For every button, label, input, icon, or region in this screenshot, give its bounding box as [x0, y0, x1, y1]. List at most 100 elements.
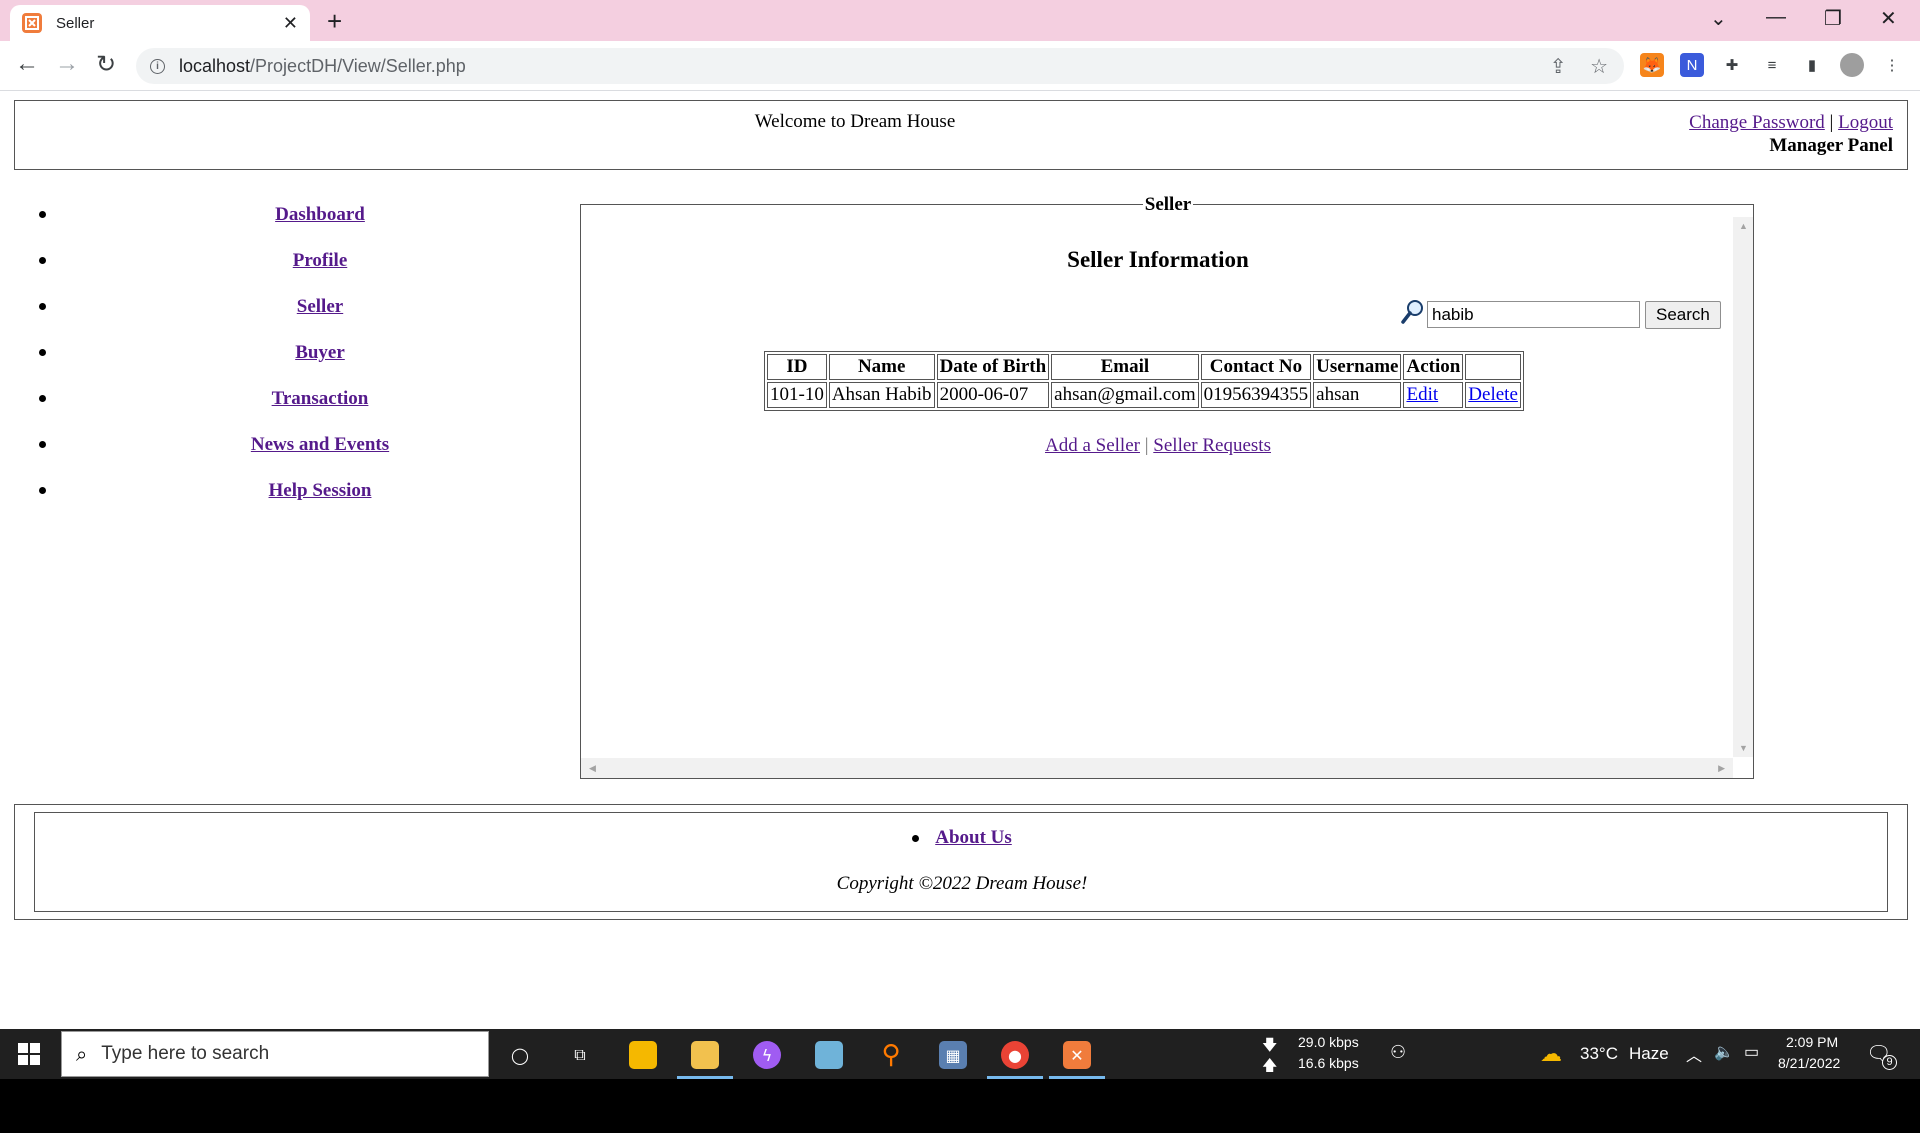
restore-icon[interactable]: ❐: [1824, 6, 1842, 31]
extension-icon[interactable]: N: [1680, 53, 1704, 77]
horizontal-scrollbar[interactable]: ◀ ▶: [581, 758, 1733, 778]
transaction-link[interactable]: Transaction: [60, 388, 580, 410]
column-header: Contact No: [1200, 354, 1312, 380]
show-hidden-icons-chevron-icon[interactable]: ︿: [1686, 1042, 1702, 1066]
metamask-extension-icon[interactable]: 🦊: [1640, 53, 1664, 77]
page-title: Seller Information: [1067, 247, 1249, 272]
task-view-icon[interactable]: ⧉: [566, 1041, 594, 1069]
weather-desc[interactable]: Haze: [1629, 1044, 1669, 1064]
browser-menu-icon[interactable]: ⋮: [1880, 53, 1904, 77]
bullet: [39, 487, 46, 494]
calculator-icon[interactable]: ▦: [939, 1041, 967, 1069]
tab-close-icon[interactable]: ✕: [283, 13, 298, 34]
bookmark-star-icon[interactable]: ☆: [1590, 56, 1608, 78]
sidebar-nav: Dashboard Profile Seller Buyer Transacti…: [0, 204, 560, 526]
weather-temp[interactable]: 33°C: [1580, 1044, 1618, 1064]
close-window-icon[interactable]: ✕: [1880, 6, 1897, 31]
bullet: [39, 303, 46, 310]
clock-time[interactable]: 2:09 PM: [1786, 1034, 1838, 1050]
delete-link[interactable]: Delete: [1468, 384, 1518, 405]
up-arrow-icon: 🡅: [1262, 1057, 1278, 1074]
extensions-puzzle-icon[interactable]: ✚: [1720, 53, 1744, 77]
page-footer: About Us Copyright ©2022 Dream House!: [14, 804, 1908, 920]
scroll-up-icon[interactable]: ▲: [1739, 221, 1748, 231]
taskbar-search-box[interactable]: ⌕ Type here to search: [61, 1031, 489, 1077]
cell-delete: Delete: [1465, 382, 1521, 408]
file-explorer-icon[interactable]: [691, 1041, 719, 1069]
scroll-right-icon[interactable]: ▶: [1718, 763, 1725, 774]
cell-name: Ahsan Habib: [828, 382, 935, 408]
search-input[interactable]: [1427, 301, 1640, 328]
column-header: Email: [1051, 354, 1199, 380]
bullet: [39, 441, 46, 448]
add-seller-link[interactable]: Add a Seller: [1045, 435, 1140, 456]
media-control-icon[interactable]: ≡: [1760, 53, 1784, 77]
cell-dob: 2000-06-07: [936, 382, 1050, 408]
back-arrow-icon[interactable]: ←: [15, 50, 39, 78]
sticky-notes-icon[interactable]: [629, 1041, 657, 1069]
xampp-icon[interactable]: ✕: [1063, 1041, 1091, 1069]
upload-speed: 16.6 kbps: [1298, 1055, 1359, 1071]
browser-tab[interactable]: Seller ✕: [10, 5, 310, 41]
tab-search-chevron-icon[interactable]: ⌄: [1710, 6, 1727, 31]
search-icon: ⌕: [76, 1042, 88, 1066]
people-icon[interactable]: ⚇: [1390, 1042, 1406, 1063]
bullet: [39, 211, 46, 218]
share-icon[interactable]: ⇪: [1550, 56, 1567, 78]
buyer-link[interactable]: Buyer: [60, 342, 580, 364]
app-icon[interactable]: [815, 1041, 843, 1069]
browser-tab-strip: Seller ✕ + ⌄ — ❐ ✕: [0, 0, 1920, 41]
change-password-link[interactable]: Change Password: [1689, 112, 1825, 133]
minimize-icon[interactable]: —: [1766, 6, 1786, 29]
bullet: [39, 395, 46, 402]
profile-avatar[interactable]: [1840, 53, 1864, 77]
reload-icon[interactable]: ↻: [96, 50, 116, 79]
search-app-icon[interactable]: ⚲: [877, 1040, 905, 1070]
bullet: [39, 257, 46, 264]
search-bar: Search: [1401, 299, 1721, 330]
help-session-link[interactable]: Help Session: [60, 480, 580, 502]
dashboard-link[interactable]: Dashboard: [60, 204, 580, 226]
address-bar[interactable]: i localhost/ProjectDH/View/Seller.php ⇪ …: [136, 48, 1624, 84]
sidebar-item-profile: Profile: [0, 250, 560, 296]
magnifier-icon: [1401, 299, 1425, 330]
cell-contact: 01956394355: [1200, 382, 1312, 408]
side-panel-icon[interactable]: ▮: [1800, 53, 1824, 77]
column-header: Name: [828, 354, 935, 380]
seller-requests-link[interactable]: Seller Requests: [1153, 435, 1271, 456]
sidebar-item-transaction: Transaction: [0, 388, 560, 434]
cell-id: 101-10: [767, 382, 827, 408]
forward-arrow-icon[interactable]: →: [55, 50, 79, 78]
profile-link[interactable]: Profile: [60, 250, 580, 272]
seller-fieldset: Seller Seller Information Search ID Name…: [580, 194, 1754, 779]
bullet: [912, 835, 920, 843]
bullet: [39, 349, 46, 356]
news-and-events-link[interactable]: News and Events: [60, 434, 580, 456]
download-speed: 29.0 kbps: [1298, 1034, 1359, 1050]
logout-link[interactable]: Logout: [1838, 112, 1893, 133]
welcome-text: Welcome to Dream House: [754, 111, 956, 132]
notification-count-badge: 9: [1882, 1055, 1897, 1070]
scroll-left-icon[interactable]: ◀: [589, 763, 596, 774]
messenger-icon[interactable]: ϟ: [753, 1041, 781, 1069]
battery-icon[interactable]: ▭: [1744, 1042, 1759, 1062]
xampp-favicon-icon: [22, 13, 42, 33]
tab-title: Seller: [56, 14, 95, 32]
cell-email: ahsan@gmail.com: [1051, 382, 1199, 408]
about-us-link[interactable]: About Us: [935, 827, 1012, 848]
cortana-icon[interactable]: ◯: [506, 1041, 534, 1069]
weather-icon[interactable]: ☁: [1540, 1041, 1562, 1067]
volume-icon[interactable]: 🔈: [1714, 1042, 1734, 1062]
site-info-icon[interactable]: i: [150, 58, 165, 74]
scroll-down-icon[interactable]: ▼: [1739, 743, 1748, 753]
windows-start-icon[interactable]: [18, 1043, 40, 1065]
new-tab-icon[interactable]: +: [327, 6, 342, 37]
edit-link[interactable]: Edit: [1406, 384, 1438, 405]
windows-taskbar: ⌕ Type here to search ◯ ⧉ ϟ ⚲ ▦ ● ✕ 🡇 🡅 …: [0, 1029, 1920, 1079]
chrome-icon[interactable]: ●: [1001, 1041, 1029, 1069]
vertical-scrollbar[interactable]: ▲ ▼: [1733, 217, 1753, 757]
seller-link[interactable]: Seller: [60, 296, 580, 318]
search-button[interactable]: Search: [1645, 300, 1721, 329]
header-separator: |: [1829, 112, 1834, 133]
clock-date[interactable]: 8/21/2022: [1778, 1055, 1840, 1071]
